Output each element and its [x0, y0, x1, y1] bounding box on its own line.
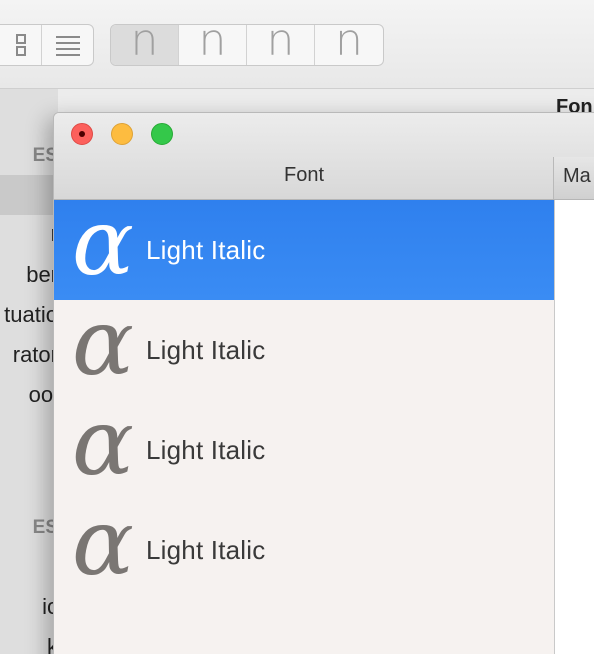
ma-column-header[interactable]: Ma — [553, 157, 594, 199]
font-style-label: Light Italic — [146, 434, 266, 465]
grid-view-icon — [16, 34, 26, 56]
glyph-style-segmented-control: n n n n — [110, 24, 384, 66]
background-sidebar: ES r ber tuatio rator ool ES ic k — [0, 89, 58, 654]
glyph-preview: α — [71, 289, 135, 396]
glyph-preview: n — [130, 24, 159, 66]
font-style-label: Light Italic — [146, 234, 266, 265]
list-view-button[interactable] — [42, 25, 93, 65]
glyph-preview: n — [266, 24, 295, 66]
list-item[interactable]: α Light Italic — [54, 389, 554, 500]
glyph-preview: α — [71, 389, 135, 496]
glyph-preview: n — [335, 24, 363, 66]
font-style-label: Light Italic — [146, 534, 266, 565]
list-item[interactable]: α Light Italic — [54, 189, 554, 300]
font-window: Font Ma α Light Italic α Light Italic α … — [53, 112, 594, 654]
list-view-icon — [55, 36, 80, 56]
glyph-preview: n — [198, 24, 227, 66]
detail-pane — [555, 200, 594, 654]
glyph-style-button-2[interactable]: n — [179, 25, 247, 65]
sidebar-item[interactable]: rator — [13, 342, 58, 368]
grid-view-button[interactable] — [0, 25, 43, 65]
font-list[interactable]: α Light Italic α Light Italic α Light It… — [54, 189, 555, 654]
sidebar-selection — [0, 175, 58, 215]
glyph-style-button-1[interactable]: n — [111, 25, 179, 65]
view-mode-segmented-control — [0, 24, 94, 66]
list-item[interactable]: α Light Italic — [54, 289, 554, 400]
font-column-header[interactable]: Font — [54, 113, 554, 199]
glyph-style-button-3[interactable]: n — [247, 25, 315, 65]
screen: n n n n Fon ES r ber tuatio rator ool ES… — [0, 0, 594, 654]
sidebar-item[interactable]: tuatio — [4, 302, 58, 328]
background-toolbar: n n n n — [0, 0, 594, 89]
glyph-preview: α — [71, 489, 135, 596]
font-style-label: Light Italic — [146, 334, 266, 365]
list-item[interactable]: α Light Italic — [54, 489, 554, 600]
glyph-preview: α — [71, 189, 135, 296]
glyph-style-button-4[interactable]: n — [315, 25, 383, 65]
window-titlebar[interactable]: Font Ma — [54, 113, 594, 200]
